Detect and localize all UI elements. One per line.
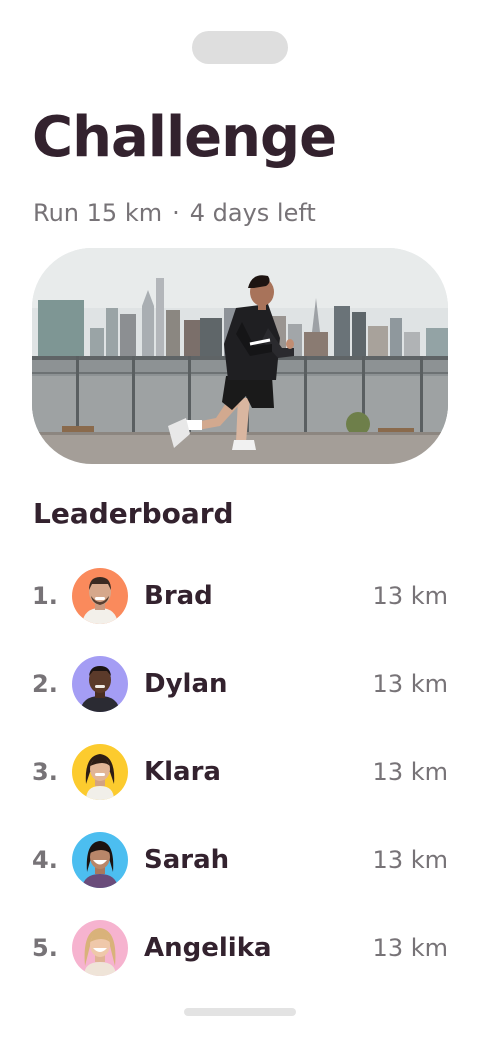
avatar (72, 744, 128, 800)
leaderboard-rank: 3. (32, 758, 58, 786)
leaderboard-row[interactable]: 1. Brad 13 km (32, 552, 448, 640)
leaderboard-row[interactable]: 4. Sarah 13 km (32, 816, 448, 904)
leaderboard-name: Brad (144, 581, 213, 611)
leaderboard-distance: 13 km (372, 582, 448, 610)
leaderboard-row[interactable]: 5. Angelika 13 km (32, 904, 448, 992)
leaderboard-rank: 2. (32, 670, 58, 698)
challenge-goal: Run 15 km (33, 199, 163, 227)
leaderboard-title: Leaderboard (33, 497, 234, 530)
challenge-subtitle: Run 15 km · 4 days left (33, 196, 316, 230)
avatar (72, 656, 128, 712)
subtitle-separator: · (172, 199, 180, 227)
avatar (72, 832, 128, 888)
leaderboard-name: Dylan (144, 669, 228, 699)
leaderboard-distance: 13 km (372, 934, 448, 962)
page-title: Challenge (32, 105, 337, 170)
top-notch (192, 31, 288, 64)
leaderboard-name: Sarah (144, 845, 230, 875)
leaderboard-rank: 5. (32, 934, 58, 962)
avatar (72, 920, 128, 976)
leaderboard-rank: 4. (32, 846, 58, 874)
leaderboard-row[interactable]: 3. Klara 13 km (32, 728, 448, 816)
hero-image (32, 248, 448, 464)
avatar (72, 568, 128, 624)
leaderboard-name: Angelika (144, 933, 272, 963)
challenge-time-left: 4 days left (189, 199, 316, 227)
leaderboard-row[interactable]: 2. Dylan 13 km (32, 640, 448, 728)
leaderboard-list: 1. Brad 13 km 2. Dylan 13 km 3. Klara 13… (32, 552, 448, 992)
leaderboard-distance: 13 km (372, 670, 448, 698)
home-indicator[interactable] (184, 1008, 296, 1016)
leaderboard-distance: 13 km (372, 846, 448, 874)
leaderboard-rank: 1. (32, 582, 58, 610)
leaderboard-distance: 13 km (372, 758, 448, 786)
leaderboard-name: Klara (144, 757, 221, 787)
